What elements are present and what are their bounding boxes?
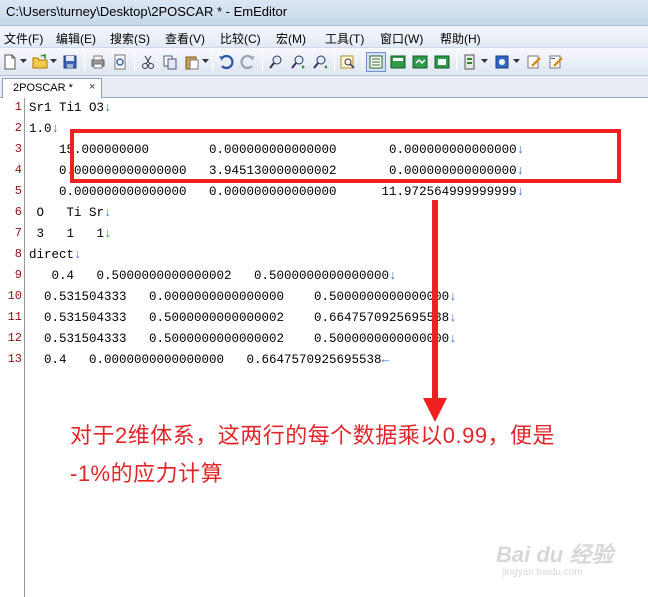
print-preview-icon[interactable]: [110, 52, 130, 72]
menu-macro[interactable]: 宏(M): [276, 30, 306, 47]
line-number: 1: [14, 100, 22, 114]
code-line[interactable]: Sr1 Ti1 O3↓: [29, 99, 112, 117]
eol-marker: ←: [381, 353, 390, 367]
cut-icon[interactable]: [138, 52, 158, 72]
line-number: 8: [14, 247, 22, 261]
save-icon[interactable]: [60, 52, 80, 72]
config-icon[interactable]: [460, 52, 480, 72]
menu-view[interactable]: 查看(V): [165, 30, 205, 47]
line-number-gutter: 1 2 3 4 5 6 7 8 9 10 11 12 13: [0, 98, 25, 597]
eol-marker: ↓: [104, 227, 112, 241]
baidu-watermark: Bai du 经验 jingyan.baidu.com: [496, 537, 636, 587]
view-icon-2[interactable]: [410, 52, 430, 72]
toolbar-separator: [84, 53, 85, 71]
edit-icon-2[interactable]: [546, 52, 566, 72]
code-line[interactable]: direct↓: [29, 246, 82, 264]
find-prev-icon[interactable]: [310, 52, 330, 72]
eol-marker: ↓: [449, 311, 457, 325]
watermark-brand: Bai du 经验: [496, 542, 614, 567]
red-arrow-icon: [423, 200, 447, 422]
copy-icon[interactable]: [160, 52, 180, 72]
toolbar: [0, 48, 648, 76]
new-dropdown-icon[interactable]: [20, 57, 27, 65]
tab-2poscar[interactable]: 2POSCAR * ×: [2, 78, 102, 98]
code-line[interactable]: O Ti Sr↓: [29, 204, 112, 222]
redo-icon[interactable]: [238, 52, 258, 72]
eol-marker: ↓: [74, 248, 82, 262]
eol-marker: ↓: [516, 185, 525, 199]
word-wrap-icon[interactable]: [366, 52, 386, 72]
line-number: 4: [14, 163, 22, 177]
toolbar-separator: [362, 53, 363, 71]
code-line[interactable]: 0.4 0.0000000000000000 0.664757092569553…: [29, 351, 389, 369]
menu-tools[interactable]: 工具(T): [325, 30, 364, 47]
eol-marker: ↓: [449, 332, 457, 346]
open-dropdown-icon[interactable]: [50, 57, 57, 65]
eol-marker: ↓: [389, 269, 397, 283]
line-number: 7: [14, 226, 22, 240]
line-number: 11: [7, 310, 22, 324]
eol-marker: ↓: [104, 206, 112, 220]
line-number: 5: [14, 184, 22, 198]
code-line[interactable]: 1.0↓: [29, 120, 59, 138]
eol-marker: ↓: [104, 101, 112, 115]
code-line[interactable]: 0.531504333 0.5000000000000002 0.5000000…: [29, 330, 457, 348]
line-number: 12: [7, 331, 22, 345]
find-next-icon[interactable]: [288, 52, 308, 72]
menu-search[interactable]: 搜索(S): [110, 30, 150, 47]
line-number: 2: [14, 121, 22, 135]
watermark-url: jingyan.baidu.com: [502, 567, 583, 578]
config-dropdown-icon[interactable]: [481, 57, 488, 65]
code-line[interactable]: 0.531504333 0.5000000000000002 0.6647570…: [29, 309, 457, 327]
menu-edit[interactable]: 编辑(E): [56, 30, 96, 47]
tab-label: 2POSCAR *: [13, 82, 73, 94]
toolbar-separator: [212, 53, 213, 71]
paste-icon[interactable]: [182, 52, 202, 72]
line-number: 13: [7, 352, 22, 366]
title-bar: C:\Users\turney\Desktop\2POSCAR * - EmEd…: [0, 0, 648, 26]
line-number: 6: [14, 205, 22, 219]
toolbar-separator: [262, 53, 263, 71]
menu-window[interactable]: 窗口(W): [380, 30, 423, 47]
tab-close-icon[interactable]: ×: [89, 81, 95, 93]
menu-file[interactable]: 文件(F): [4, 30, 43, 47]
undo-icon[interactable]: [216, 52, 236, 72]
view-icon-1[interactable]: [388, 52, 408, 72]
menu-compare[interactable]: 比较(C): [220, 30, 261, 47]
code-line[interactable]: 0.000000000000000 0.000000000000000 11.9…: [29, 183, 524, 201]
line-number: 10: [7, 289, 22, 303]
replace-icon[interactable]: [338, 52, 358, 72]
code-line[interactable]: 0.531504333 0.0000000000000000 0.5000000…: [29, 288, 457, 306]
code-line[interactable]: 0.4 0.5000000000000002 0.500000000000000…: [29, 267, 397, 285]
menu-help[interactable]: 帮助(H): [440, 30, 481, 47]
plugin-dropdown-icon[interactable]: [513, 57, 520, 65]
paste-dropdown-icon[interactable]: [202, 57, 209, 65]
annotation-line-2: -1%的应力计算: [70, 461, 224, 486]
edit-icon-1[interactable]: [524, 52, 544, 72]
print-icon[interactable]: [88, 52, 108, 72]
view-icon-3[interactable]: [432, 52, 452, 72]
menu-bar: 文件(F) 编辑(E) 搜索(S) 查看(V) 比较(C) 宏(M) 工具(T)…: [0, 26, 648, 48]
new-file-icon[interactable]: [0, 52, 20, 72]
toolbar-separator: [334, 53, 335, 71]
plugin-icon[interactable]: [492, 52, 512, 72]
eol-marker: ↓: [449, 290, 457, 304]
eol-marker: ↓: [51, 122, 60, 136]
toolbar-separator: [456, 53, 457, 71]
annotation-line-1: 对于2维体系，这两行的每个数据乘以0.99，便是: [70, 423, 556, 448]
window-title: C:\Users\turney\Desktop\2POSCAR * - EmEd…: [6, 4, 288, 19]
line-number: 9: [14, 268, 22, 282]
open-folder-icon[interactable]: [30, 52, 50, 72]
highlight-box: [70, 129, 621, 183]
tab-bar: 2POSCAR * ×: [0, 76, 648, 98]
find-icon[interactable]: [266, 52, 286, 72]
toolbar-separator: [134, 53, 135, 71]
line-number: 3: [14, 142, 22, 156]
code-line[interactable]: 3 1 1↓: [29, 225, 112, 243]
